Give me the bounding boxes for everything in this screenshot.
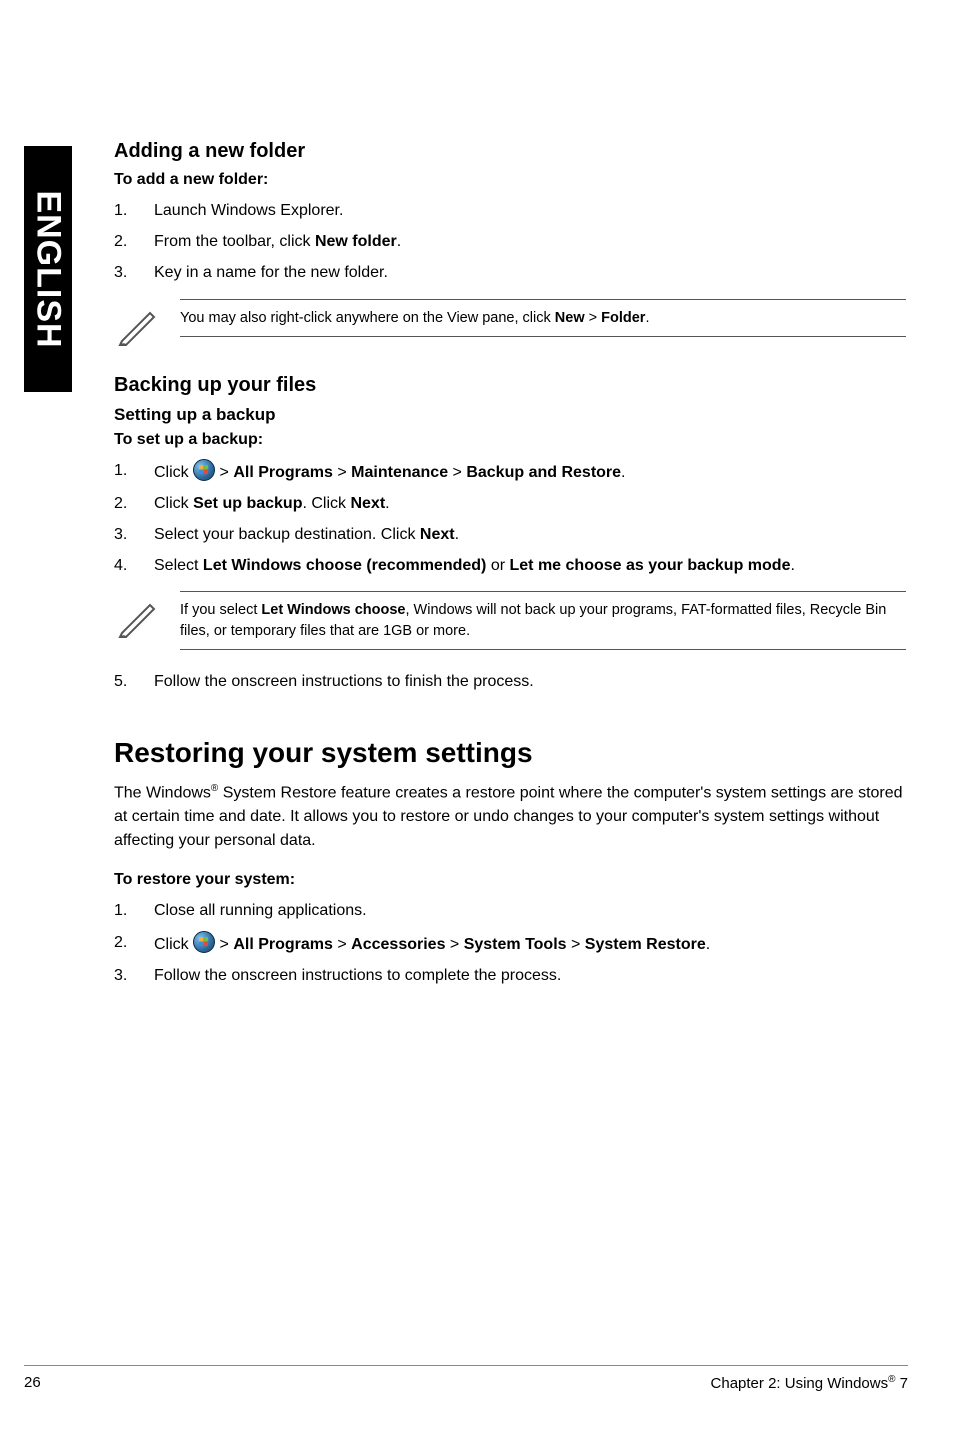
adding-steps: 1. Launch Windows Explorer. 2. From the …: [114, 199, 906, 285]
adding-title: Adding a new folder: [114, 140, 906, 163]
adding-subtitle: To add a new folder:: [114, 171, 906, 189]
main-content: Adding a new folder To add a new folder:…: [114, 140, 906, 999]
step-text: Select Let Windows choose (recommended) …: [154, 554, 906, 577]
note-text: You may also right-click anywhere on the…: [180, 299, 906, 337]
list-item: 1. Close all running applications.: [114, 899, 906, 922]
step-text: Select your backup destination. Click Ne…: [154, 523, 906, 546]
backing-title: Backing up your files: [114, 374, 906, 397]
language-tab-label: ENGLISH: [29, 190, 68, 348]
list-item: 1. Click > All Programs > Maintenance > …: [114, 459, 906, 484]
restoring-steps: 1. Close all running applications. 2. Cl…: [114, 899, 906, 987]
list-item: 2. Click Set up backup. Click Next.: [114, 492, 906, 515]
page-number: 26: [24, 1374, 41, 1392]
list-item: 1. Launch Windows Explorer.: [114, 199, 906, 222]
backing-sub2: To set up a backup:: [114, 431, 906, 449]
step-text: Follow the onscreen instructions to fini…: [154, 670, 906, 693]
note-block: If you select Let Windows choose, Window…: [114, 591, 906, 650]
step-text: Click Set up backup. Click Next.: [154, 492, 906, 515]
step-number: 1.: [114, 459, 154, 484]
page-footer: 26 Chapter 2: Using Windows® 7: [24, 1365, 908, 1392]
step-number: 3.: [114, 261, 154, 284]
step-text: From the toolbar, click New folder.: [154, 230, 906, 253]
list-item: 3. Key in a name for the new folder.: [114, 261, 906, 284]
backing-steps-cont: 5. Follow the onscreen instructions to f…: [114, 670, 906, 693]
list-item: 2. From the toolbar, click New folder.: [114, 230, 906, 253]
step-number: 5.: [114, 670, 154, 693]
step-text: Follow the onscreen instructions to comp…: [154, 964, 906, 987]
start-orb-icon: [193, 459, 215, 481]
list-item: 3. Select your backup destination. Click…: [114, 523, 906, 546]
backing-sub1: Setting up a backup: [114, 405, 906, 425]
step-text: Close all running applications.: [154, 899, 906, 922]
restoring-para: The Windows® System Restore feature crea…: [114, 781, 906, 853]
step-number: 2.: [114, 492, 154, 515]
list-item: 5. Follow the onscreen instructions to f…: [114, 670, 906, 693]
note-text: If you select Let Windows choose, Window…: [180, 591, 906, 650]
step-text: Key in a name for the new folder.: [154, 261, 906, 284]
language-tab: ENGLISH: [24, 146, 72, 392]
step-number: 1.: [114, 199, 154, 222]
chapter-label: Chapter 2: Using Windows® 7: [711, 1374, 908, 1392]
step-number: 1.: [114, 899, 154, 922]
list-item: 2. Click > All Programs > Accessories > …: [114, 931, 906, 956]
pencil-note-icon: [114, 591, 162, 646]
step-text: Launch Windows Explorer.: [154, 199, 906, 222]
backing-steps: 1. Click > All Programs > Maintenance > …: [114, 459, 906, 578]
restoring-title: Restoring your system settings: [114, 737, 906, 769]
note-block: You may also right-click anywhere on the…: [114, 299, 906, 354]
list-item: 3. Follow the onscreen instructions to c…: [114, 964, 906, 987]
step-number: 3.: [114, 523, 154, 546]
step-number: 2.: [114, 931, 154, 956]
step-number: 3.: [114, 964, 154, 987]
list-item: 4. Select Let Windows choose (recommende…: [114, 554, 906, 577]
restoring-sub: To restore your system:: [114, 871, 906, 889]
start-orb-icon: [193, 931, 215, 953]
step-text: Click > All Programs > Accessories > Sys…: [154, 931, 906, 956]
step-text: Click > All Programs > Maintenance > Bac…: [154, 459, 906, 484]
pencil-note-icon: [114, 299, 162, 354]
step-number: 2.: [114, 230, 154, 253]
step-number: 4.: [114, 554, 154, 577]
